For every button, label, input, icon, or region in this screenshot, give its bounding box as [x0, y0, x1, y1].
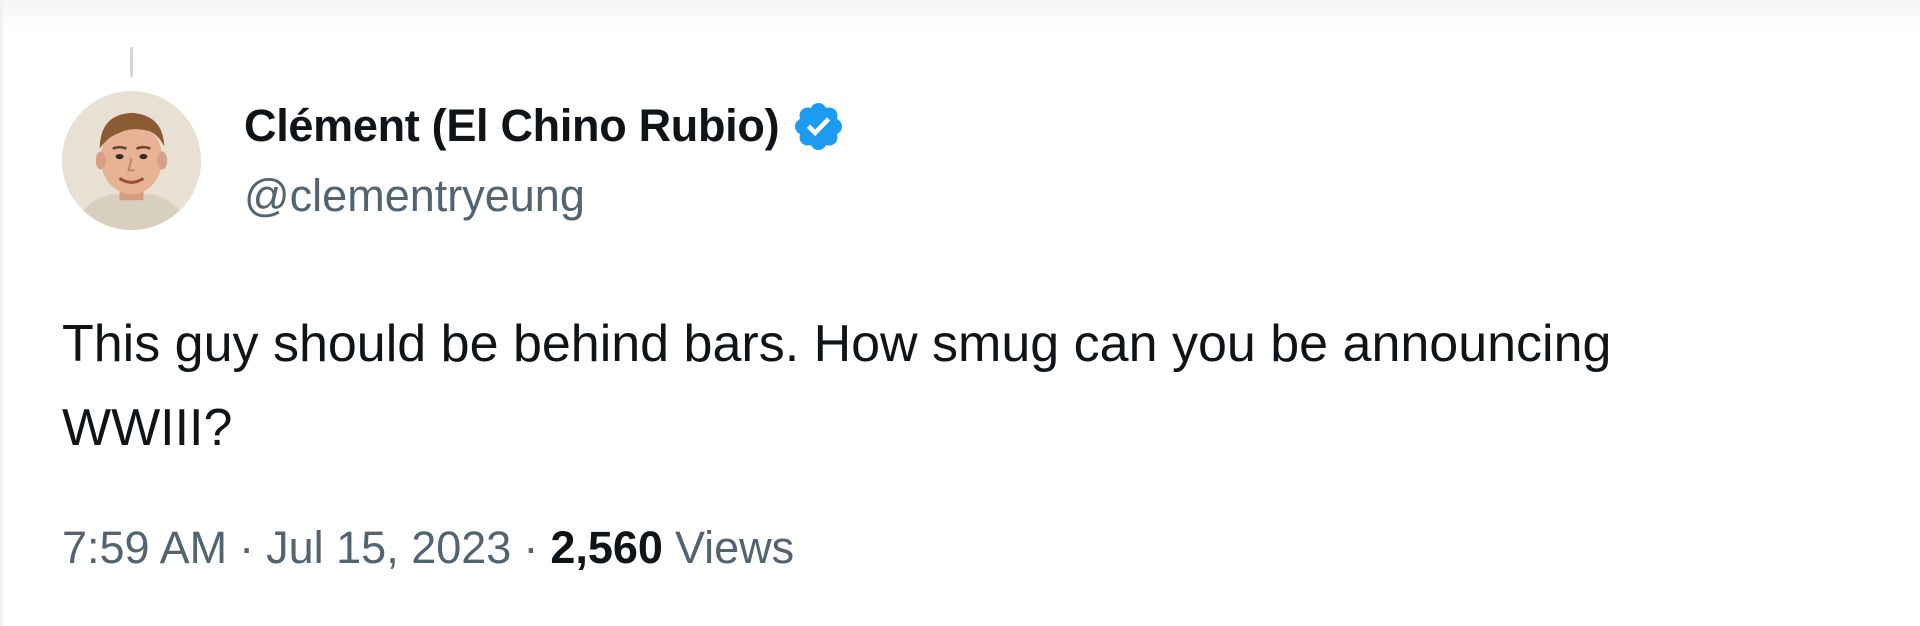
meta-separator: · [239, 522, 255, 573]
avatar[interactable] [62, 91, 201, 230]
tweet-text-line-2: WWIII? [62, 399, 233, 457]
author-name-row[interactable]: Clément (El Chino Rubio) [244, 96, 846, 156]
thread-connector-line [130, 47, 133, 77]
tweet-text-line-1: This guy should be behind bars. How smug… [62, 315, 1612, 373]
previous-tweet-fade [3, 0, 1920, 30]
author-handle[interactable]: @clementryeung [244, 170, 585, 222]
profile-photo-icon [62, 91, 201, 230]
tweet-meta: 7:59 AM · Jul 15, 2023 · 2,560 Views [62, 522, 794, 574]
views-count[interactable]: 2,560 [550, 522, 663, 574]
tweet-time[interactable]: 7:59 AM [62, 522, 227, 574]
verified-badge-icon[interactable] [791, 99, 846, 154]
tweet-detail: Clément (El Chino Rubio) @clementryeung … [0, 0, 1920, 626]
tweet-text: This guy should be behind bars. How smug… [62, 302, 1882, 470]
meta-separator: · [523, 522, 539, 573]
tweet-date[interactable]: Jul 15, 2023 [266, 522, 511, 574]
views-label[interactable]: Views [675, 522, 794, 574]
author-display-name[interactable]: Clément (El Chino Rubio) [244, 100, 780, 152]
